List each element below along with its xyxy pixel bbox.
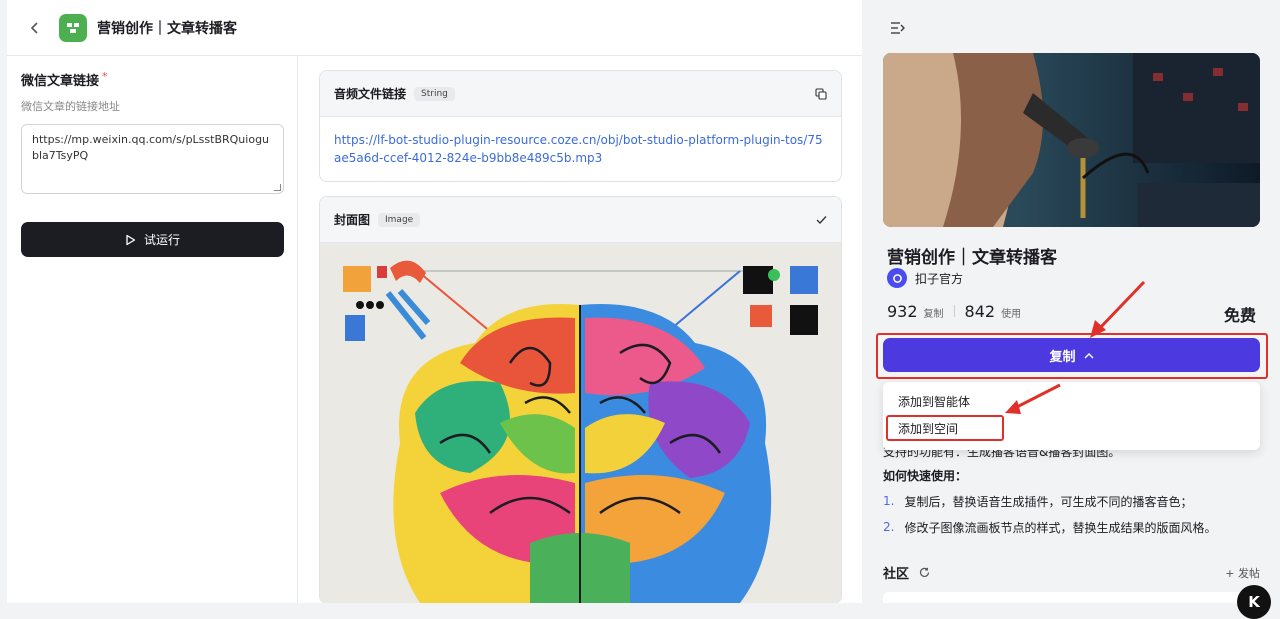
page-title: 营销创作｜文章转播客 bbox=[97, 20, 237, 37]
back-icon[interactable] bbox=[25, 18, 45, 38]
top-bar: 营销创作｜文章转播客 bbox=[7, 0, 862, 56]
refresh-icon[interactable] bbox=[919, 567, 930, 578]
app-logo bbox=[59, 13, 87, 42]
workflow-test-panel: 营销创作｜文章转播客 微信文章链接 * 微信文章的链接地址 https://mp.… bbox=[7, 0, 862, 603]
input-form: 微信文章链接 * 微信文章的链接地址 https://mp.weixin.qq.c… bbox=[7, 56, 298, 603]
audio-output-title: 音频文件链接 bbox=[334, 87, 407, 101]
audio-output-body: https://lf-bot-studio-plugin-resource.co… bbox=[320, 117, 841, 181]
assistant-fab-icon[interactable]: K bbox=[1237, 585, 1271, 619]
cover-output-header: 封面图 Image bbox=[320, 197, 841, 243]
article-url-value: https://mp.weixin.qq.com/s/pLsstBRQuiogu… bbox=[32, 133, 270, 162]
article-url-input[interactable]: https://mp.weixin.qq.com/s/pLsstBRQuiogu… bbox=[21, 124, 284, 194]
type-badge: Image bbox=[378, 212, 421, 227]
cover-output-card: 封面图 Image bbox=[319, 196, 842, 603]
audio-output-header: 音频文件链接 String bbox=[320, 71, 841, 117]
new-post-button[interactable]: + 发帖 bbox=[1225, 565, 1260, 581]
cover-image bbox=[320, 243, 841, 603]
annotation-arrows bbox=[1005, 280, 1146, 414]
community-panel bbox=[883, 592, 1260, 603]
field-label: 微信文章链接 bbox=[21, 74, 100, 89]
audio-url-link[interactable]: https://lf-bot-studio-plugin-resource.co… bbox=[334, 133, 823, 165]
required-mark: * bbox=[102, 70, 108, 83]
community-header: 社区 + 发帖 bbox=[883, 563, 1260, 583]
play-icon bbox=[126, 234, 136, 245]
resize-handle[interactable] bbox=[274, 184, 281, 191]
type-badge: String bbox=[414, 86, 455, 101]
template-detail-panel: 营销创作｜文章转播客 扣子官方 932 复制 842 使用 免费 复制 支持的功… bbox=[862, 0, 1280, 603]
copy-icon[interactable] bbox=[815, 87, 827, 100]
cover-output-title: 封面图 bbox=[334, 213, 371, 227]
output-panel: 音频文件链接 String https://lf-bot-studio-plug… bbox=[319, 70, 842, 603]
field-description: 微信文章的链接地址 bbox=[21, 100, 120, 113]
community-title: 社区 bbox=[883, 567, 910, 582]
check-icon[interactable] bbox=[816, 215, 827, 225]
test-run-label: 试运行 bbox=[143, 233, 180, 247]
test-run-button[interactable]: 试运行 bbox=[21, 222, 284, 257]
audio-output-card: 音频文件链接 String https://lf-bot-studio-plug… bbox=[319, 70, 842, 182]
